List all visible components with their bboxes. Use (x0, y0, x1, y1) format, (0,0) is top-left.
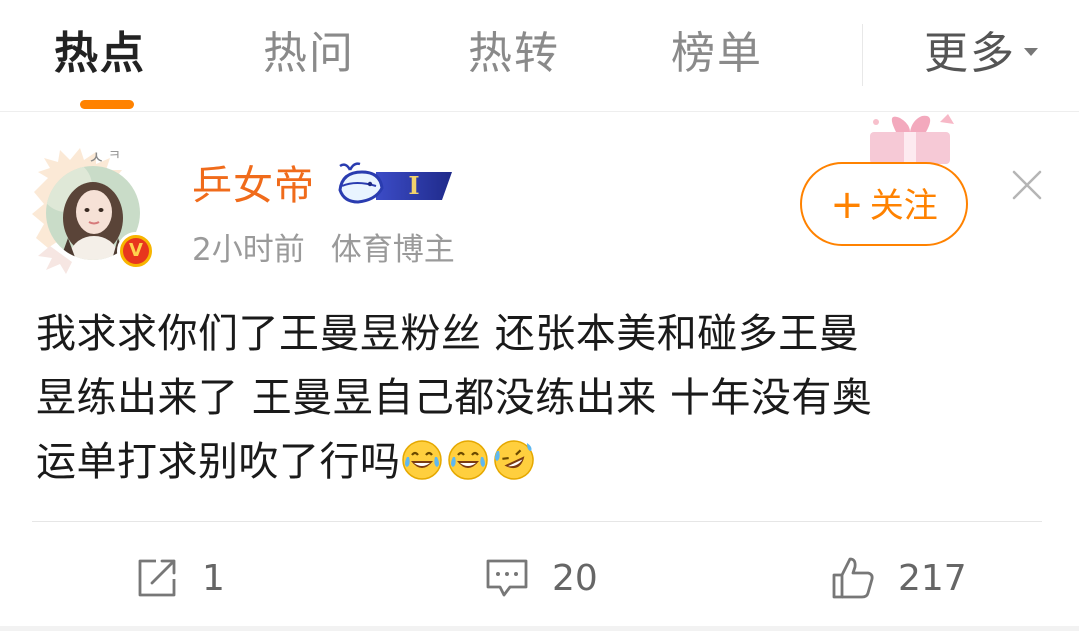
tab-more[interactable]: 更多 (924, 26, 1038, 82)
tab-hot-questions[interactable]: 热问 (263, 26, 355, 82)
laugh-cry-icon (447, 440, 488, 480)
verified-badge: V (117, 232, 155, 270)
tab-rankings[interactable]: 榜单 (671, 26, 763, 82)
follow-button[interactable]: + 关注 (800, 162, 968, 246)
close-icon[interactable] (1008, 166, 1046, 204)
like-button[interactable]: 217 (830, 548, 967, 608)
bottom-divider (0, 626, 1079, 631)
username[interactable]: 乒女帝 (192, 160, 315, 212)
tab-hot[interactable]: 热点 (54, 26, 146, 82)
post-source: 体育博主 (330, 232, 455, 268)
thumbs-up-icon (832, 557, 874, 599)
top-tab-bar: 热点 热问 热转 榜单 更多 (0, 0, 1079, 112)
active-tab-indicator (80, 100, 134, 109)
post-body-line-2: 昱练出来了 王曼昱自己都没练出来 十年没有奥 (36, 375, 873, 421)
tab-more-label: 更多 (924, 28, 1016, 79)
comment-icon (486, 559, 528, 597)
plus-icon: + (830, 182, 864, 228)
comment-count: 20 (552, 557, 598, 599)
post-meta: 2小时前 体育博主 (192, 228, 455, 272)
verified-badge-label: V (123, 238, 149, 264)
post-body-line-1: 我求求你们了王曼昱粉丝 还张本美和碰多王曼 (36, 311, 860, 357)
follow-label: 关注 (869, 186, 938, 226)
repost-count: 1 (202, 557, 225, 599)
caret-down-icon (1024, 48, 1038, 56)
member-whale-badge-icon[interactable]: I (336, 160, 456, 210)
divider (32, 521, 1042, 522)
laugh-cry-icon (401, 440, 442, 480)
tab-divider (862, 24, 863, 86)
like-count: 217 (898, 557, 967, 599)
post-body-line-3-text: 运单打求别吹了行吗 (36, 439, 401, 485)
avatar-container[interactable]: ㅅ ㅋ V (30, 138, 168, 278)
post-body-line-3: 运单打求别吹了行吗 (36, 430, 1036, 494)
post-body: 我求求你们了王曼昱粉丝 还张本美和碰多王曼 昱练出来了 王曼昱自己都没练出来 十… (36, 302, 1036, 494)
svg-text:ㅋ: ㅋ (108, 148, 121, 164)
repost-icon (138, 559, 176, 597)
rofl-icon (493, 440, 534, 480)
member-level-text: I (408, 171, 419, 200)
post-time: 2小时前 (192, 232, 305, 268)
repost-button[interactable]: 1 (134, 548, 225, 608)
tab-hot-reposts[interactable]: 热转 (468, 26, 560, 82)
comment-button[interactable]: 20 (484, 548, 598, 608)
